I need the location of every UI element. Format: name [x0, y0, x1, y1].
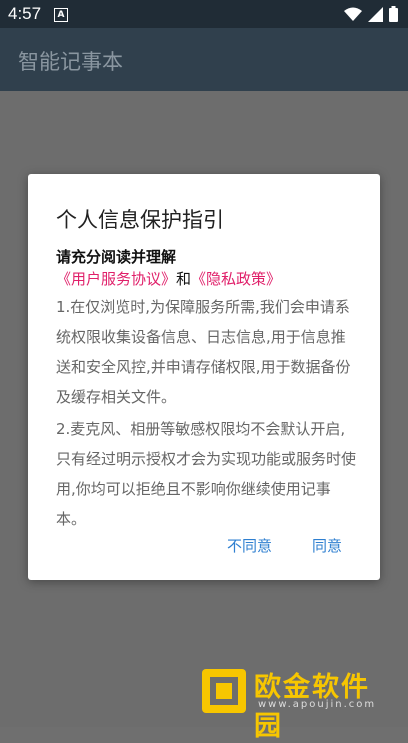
status-bar: 4:57 A — [0, 0, 408, 28]
privacy-dialog: 个人信息保护指引 请充分阅读并理解 《用户服务协议》和《隐私政策》 1.在仅浏览… — [28, 174, 380, 580]
dialog-subtitle: 请充分阅读并理解 — [56, 248, 177, 266]
dialog-paragraph-2: 2.麦克风、相册等敏感权限均不会默认开启,只有经过明示授权才会为实现功能或服务时… — [56, 420, 357, 528]
notification-icon: A — [54, 8, 68, 22]
agree-button[interactable]: 同意 — [296, 535, 380, 556]
privacy-policy-link[interactable]: 《隐私政策》 — [191, 270, 281, 288]
dialog-paragraph-1: 1.在仅浏览时,为保障服务所需,我们会申请系统权限收集设备信息、日志信息,用于信… — [56, 298, 351, 406]
status-time: 4:57 — [8, 4, 42, 23]
battery-icon — [389, 6, 398, 22]
signal-icon — [368, 6, 383, 22]
links-conjunction: 和 — [176, 270, 192, 288]
disagree-button[interactable]: 不同意 — [203, 535, 296, 556]
dialog-title: 个人信息保护指引 — [56, 208, 224, 232]
watermark: 欧金软件园 www.apoujin.com — [198, 663, 398, 742]
app-title: 智能记事本 — [18, 50, 123, 74]
app-bar: 智能记事本 — [0, 28, 408, 91]
watermark-logo-icon — [202, 669, 246, 713]
wifi-icon — [344, 7, 362, 21]
status-icons — [344, 6, 398, 22]
user-agreement-link[interactable]: 《用户服务协议》 — [56, 270, 176, 288]
dialog-body: 请充分阅读并理解 《用户服务协议》和《隐私政策》 1.在仅浏览时,为保障服务所需… — [56, 246, 356, 534]
policy-links: 《用户服务协议》和《隐私政策》 — [56, 268, 356, 290]
dialog-actions: 不同意 同意 — [203, 535, 380, 556]
watermark-url: www.apoujin.com — [258, 699, 377, 710]
